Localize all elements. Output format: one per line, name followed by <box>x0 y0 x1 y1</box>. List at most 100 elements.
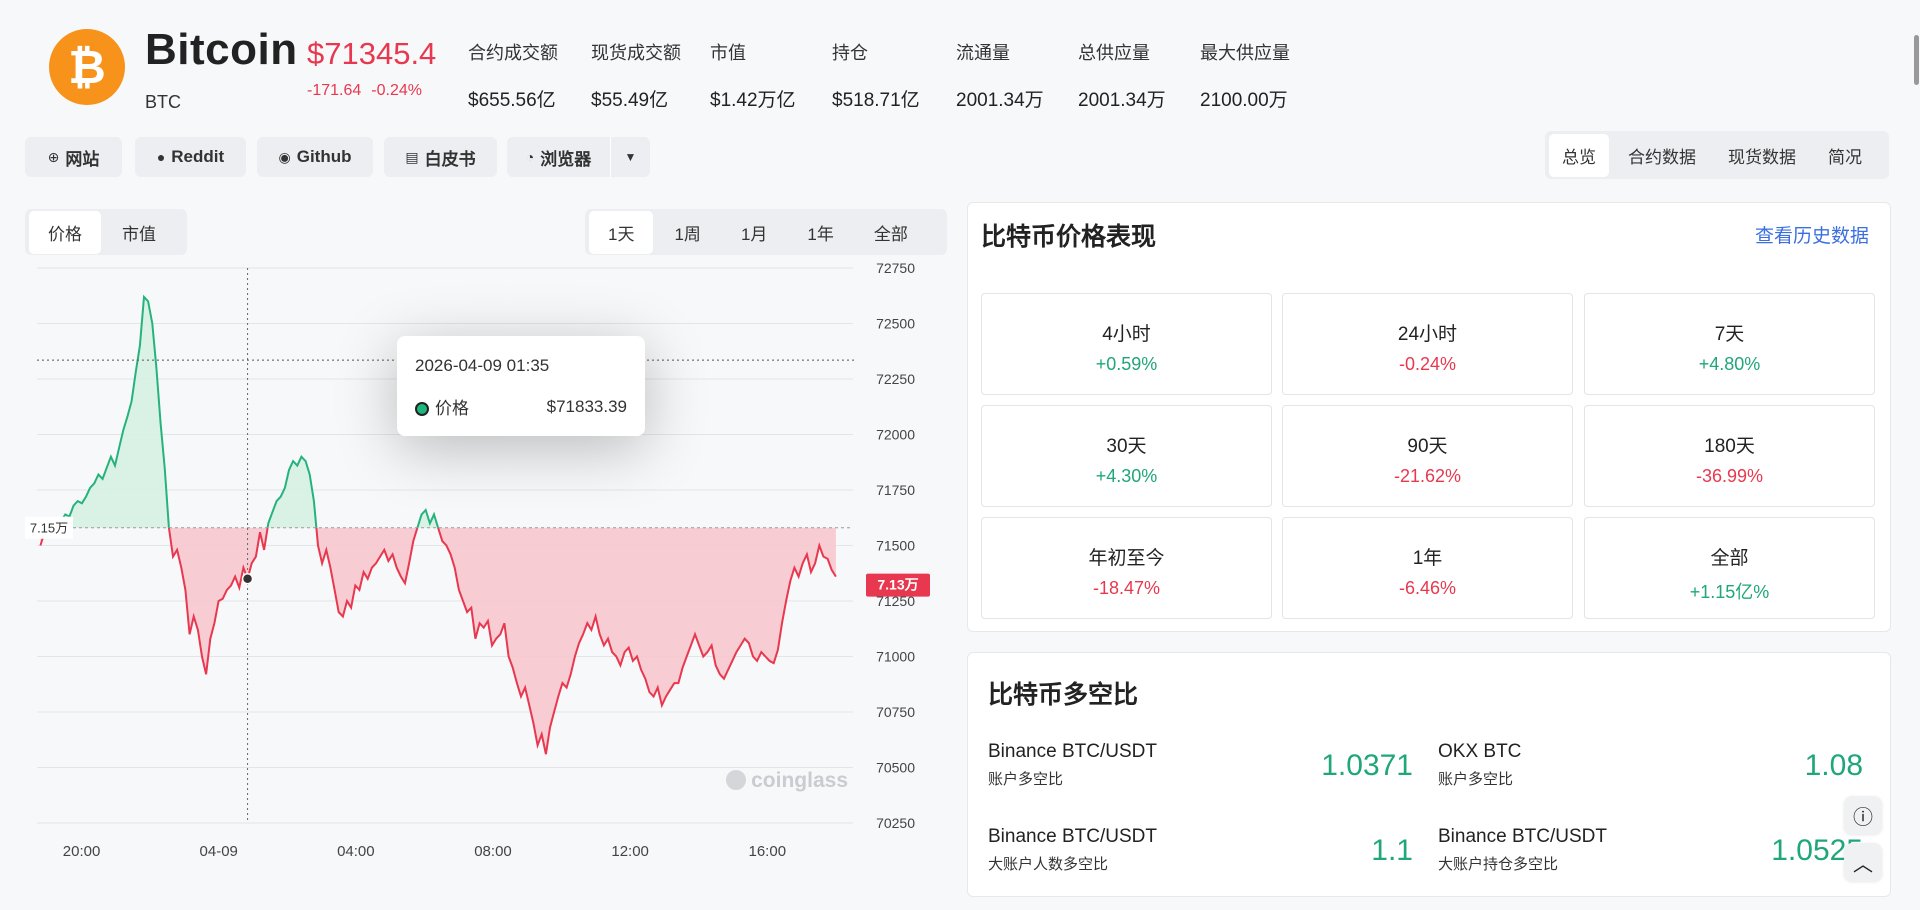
toggle-price[interactable]: 价格 <box>29 210 101 254</box>
stat-open-interest: 持仓 $518.71亿 <box>832 39 920 112</box>
range-1m[interactable]: 1月 <box>722 211 786 254</box>
explorer-icon: ◔ <box>525 149 535 165</box>
toggle-market-cap[interactable]: 市值 <box>103 211 175 254</box>
perf-value: -0.24% <box>1398 354 1457 374</box>
x-tick-label: 16:00 <box>749 843 787 860</box>
tooltip-series-label: 价格 <box>435 399 469 418</box>
y-tick-label: 71750 <box>876 482 915 498</box>
tab-overview[interactable]: 总览 <box>1549 133 1609 177</box>
highlight-point <box>241 573 254 585</box>
perf-cell-90d: 90天 -21.62% <box>1282 405 1573 507</box>
coin-price: $71345.4 <box>307 36 437 71</box>
chart-type-toggle: 价格 市值 <box>25 209 187 255</box>
ls-okx-account: OKX BTC 账户多空比 1.08 <box>1438 741 1863 789</box>
coin-name: Bitcoin <box>145 25 298 74</box>
view-history-link[interactable]: 查看历史数据 <box>1755 221 1869 248</box>
stat-label: 市值 <box>710 43 746 63</box>
stat-value: $518.71亿 <box>832 90 920 111</box>
stat-label: 现货成交额 <box>591 43 681 63</box>
stat-label: 合约成交额 <box>468 43 558 63</box>
explorer-dropdown-button[interactable]: ▼ <box>610 137 650 177</box>
tab-spot-data[interactable]: 现货数据 <box>1715 134 1809 177</box>
y-tick-label: 72500 <box>876 316 915 332</box>
stat-circulating-supply: 流通量 2001.34万 <box>956 39 1044 112</box>
perf-value: +0.59% <box>1095 354 1158 374</box>
tab-profile[interactable]: 简况 <box>1815 134 1875 177</box>
perf-cell-all: 全部 +1.15亿% <box>1584 517 1875 619</box>
ls-sub: 账户多空比 <box>1438 771 1514 788</box>
ls-name: Binance BTC/USDT <box>988 826 1157 847</box>
price-change: -171.64 -0.24% <box>307 82 432 100</box>
y-tick-label: 70750 <box>876 704 915 720</box>
series-dot-icon <box>415 402 429 416</box>
stat-value: $655.56亿 <box>468 90 556 111</box>
stat-spot-volume: 现货成交额 $55.49亿 <box>591 39 681 112</box>
perf-label: 180天 <box>1704 436 1755 457</box>
perf-cell-ytd: 年初至今 -18.47% <box>981 517 1272 619</box>
stat-value: 2100.00万 <box>1200 90 1288 111</box>
link-label: Github <box>296 147 352 166</box>
range-1w[interactable]: 1周 <box>655 211 719 254</box>
y-tick-label: 71000 <box>876 649 915 665</box>
stat-label: 最大供应量 <box>1200 43 1290 63</box>
stat-label: 流通量 <box>956 43 1010 63</box>
link-label: Reddit <box>171 147 225 166</box>
stat-value: $1.42万亿 <box>710 90 796 111</box>
x-tick-label: 04-09 <box>200 843 238 860</box>
perf-value: +1.15亿% <box>1689 582 1770 602</box>
perf-cell-4h: 4小时 +0.59% <box>981 293 1272 395</box>
ls-value: 1.1 <box>1371 834 1413 867</box>
coin-symbol: BTC <box>145 92 181 112</box>
link-label: 浏览器 <box>540 149 592 169</box>
stat-value: 2001.34万 <box>1078 90 1166 111</box>
ls-binance-top-positions: Binance BTC/USDT 大账户持仓多空比 1.0525 <box>1438 826 1863 874</box>
y-tick-label: 71500 <box>876 538 915 554</box>
ls-binance-top-accounts: Binance BTC/USDT 大账户人数多空比 1.1 <box>988 826 1413 874</box>
baseline-label: 7.15万 <box>30 521 68 536</box>
y-tick-label: 72250 <box>876 371 915 387</box>
ls-binance-account: Binance BTC/USDT 账户多空比 1.0371 <box>988 741 1413 789</box>
document-icon: ▤ <box>405 148 419 165</box>
perf-label: 90天 <box>1407 436 1448 457</box>
ls-value: 1.0371 <box>1321 749 1413 782</box>
range-all[interactable]: 全部 <box>855 211 927 254</box>
stat-contract-volume: 合约成交额 $655.56亿 <box>468 39 558 112</box>
stat-value: $55.49亿 <box>591 90 669 111</box>
link-label: 网站 <box>65 149 100 169</box>
reddit-link-button[interactable]: ● Reddit <box>135 137 246 177</box>
stat-total-supply: 总供应量 2001.34万 <box>1078 39 1166 112</box>
x-tick-label: 08:00 <box>474 843 512 860</box>
back-to-top-button[interactable]: ︿ <box>1844 843 1882 881</box>
perf-value: +4.80% <box>1698 354 1761 374</box>
feedback-button[interactable]: ⓘ <box>1844 796 1882 834</box>
globe-icon: ⊕ <box>47 148 60 165</box>
perf-value: +4.30% <box>1095 466 1158 486</box>
long-short-title: 比特币多空比 <box>988 681 1139 709</box>
perf-value: -6.46% <box>1398 578 1457 598</box>
tab-contract-data[interactable]: 合约数据 <box>1615 134 1709 177</box>
website-link-button[interactable]: ⊕ 网站 <box>25 137 122 177</box>
perf-label: 30天 <box>1106 436 1147 457</box>
chart-tooltip: 2026-04-09 01:35 价格 $71833.39 <box>397 336 645 436</box>
perf-cell-30d: 30天 +4.30% <box>981 405 1272 507</box>
perf-cell-7d: 7天 +4.80% <box>1584 293 1875 395</box>
stat-max-supply: 最大供应量 2100.00万 <box>1200 39 1290 112</box>
perf-label: 4小时 <box>1102 324 1151 345</box>
perf-value: -21.62% <box>1393 466 1462 486</box>
range-1d[interactable]: 1天 <box>589 210 654 254</box>
stat-market-cap: 市值 $1.42万亿 <box>710 39 796 112</box>
ls-sub: 大账户人数多空比 <box>988 856 1109 873</box>
tooltip-time: 2026-04-09 01:35 <box>415 356 550 375</box>
x-tick-label: 04:00 <box>337 843 375 860</box>
bitcoin-logo-icon: ₿ <box>49 29 125 105</box>
page-scrollbar[interactable] <box>1914 35 1919 85</box>
explorer-link-button[interactable]: ◔ 浏览器 <box>507 137 610 177</box>
github-link-button[interactable]: ◉ Github <box>257 137 373 177</box>
chevron-down-icon: ▼ <box>624 150 637 164</box>
whitepaper-link-button[interactable]: ▤ 白皮书 <box>384 137 497 177</box>
y-tick-label: 70500 <box>876 760 915 776</box>
chevron-up-icon: ︿ <box>1853 853 1873 876</box>
reddit-icon: ● <box>156 149 166 165</box>
y-tick-label: 71250 <box>876 593 915 609</box>
range-1y[interactable]: 1年 <box>788 211 852 254</box>
